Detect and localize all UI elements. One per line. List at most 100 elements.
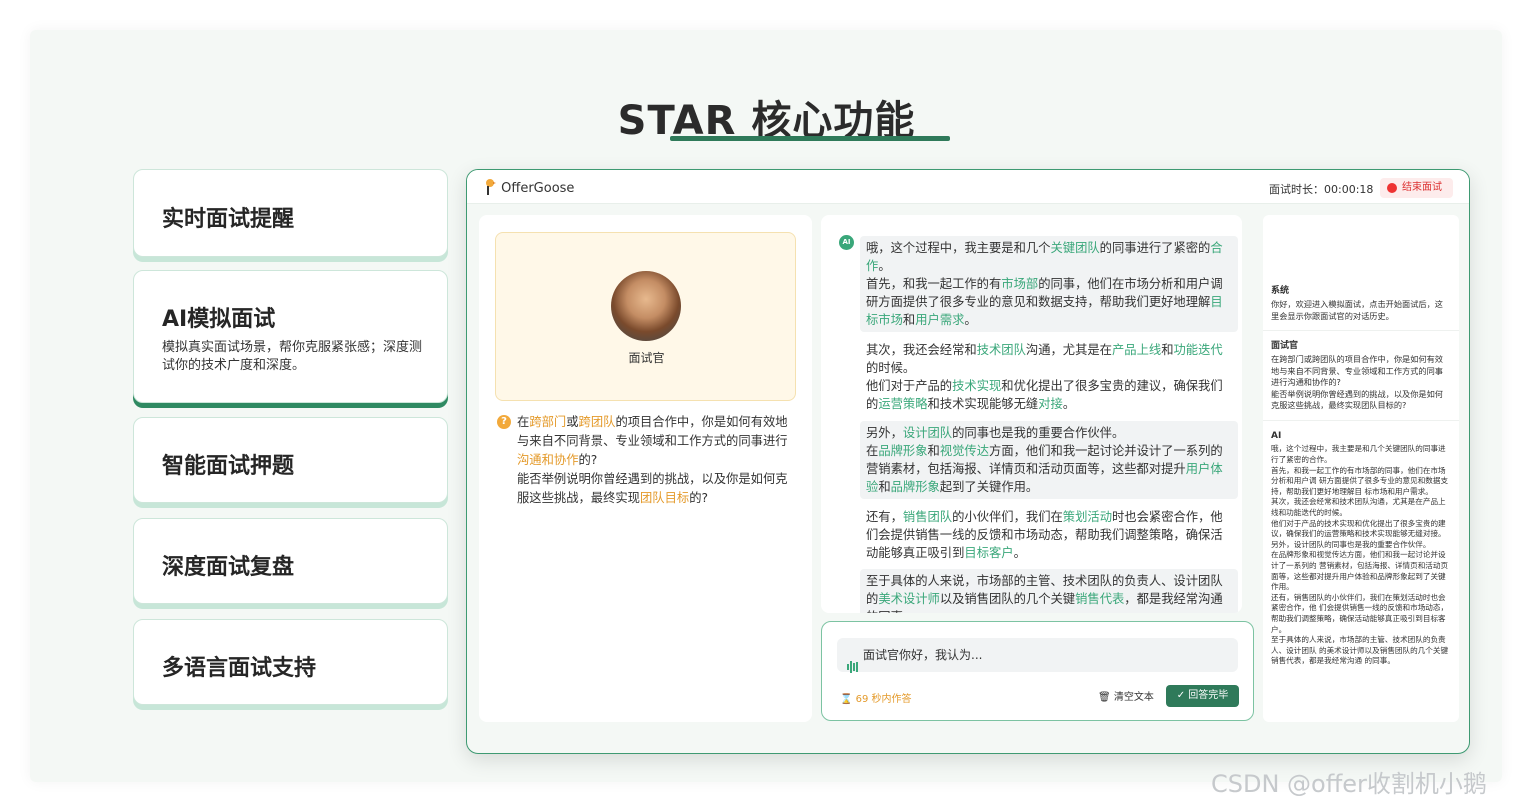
answer-block: 另外，设计团队的同事也是我的重要合作伙伴。 在品牌形象和视觉传达方面，他们和我一起…: [860, 421, 1238, 499]
text-segment: 以及销售团队的几个关键: [939, 592, 1076, 606]
text-segment: 沟通，尤其是在: [1025, 343, 1112, 357]
answer-input-area: 面试官你好，我认为... ⌛ 69 秒内作答 🗑 清空文本 ✓ 回答完毕: [821, 621, 1254, 721]
text-segment: 和技术实现能够无缝: [927, 397, 1039, 411]
feature-title: 实时面试提醒: [162, 207, 295, 232]
text-segment: 。: [878, 259, 891, 273]
highlight-term: 运营策略: [878, 397, 928, 411]
history-text: 在跨部门或跨团队的项目合作中，你是如何有效地与来自不同背景、专业领域和工作方式的…: [1271, 354, 1443, 411]
highlight-term: 功能迭代: [1173, 343, 1223, 357]
highlight-term: 对接: [1038, 397, 1063, 411]
text-segment: 的同事也是我的重要合作伙伴。: [952, 426, 1125, 440]
answer-block: 哦，这个过程中，我主要是和几个关键团队的同事进行了紧密的合作。 首先，和我一起工作…: [860, 236, 1238, 332]
divider: [1263, 420, 1459, 421]
stop-icon: [1387, 183, 1397, 193]
interview-timer: 面试时长：00:00:18: [1269, 183, 1374, 196]
ai-avatar-icon: AI: [839, 235, 854, 250]
app-window: OfferGoose 面试时长：00:00:18 结束面试 面试官 ? 在跨部门…: [466, 169, 1470, 754]
answer-block: 至于具体的人来说，市场部的主管、技术团队的负责人、设计团队的美术设计师以及销售团…: [860, 569, 1238, 613]
history-role: AI: [1271, 431, 1282, 441]
feature-card-review[interactable]: 深度面试复盘: [133, 518, 448, 604]
text-segment: 另外，: [866, 426, 903, 440]
answer-countdown: ⌛ 69 秒内作答: [840, 690, 912, 705]
highlight-term: 品牌形象: [890, 480, 940, 494]
text-segment: 的小伙伴们，我们在: [952, 510, 1063, 524]
clear-text-button[interactable]: 🗑 清空文本: [1098, 688, 1154, 703]
history-text: 哦，这个过程中，我主要是和几个关键团队的同事进行了紧密的合作。 首先，和我一起工…: [1271, 444, 1449, 666]
finish-answer-button[interactable]: ✓ 回答完毕: [1166, 685, 1239, 707]
text-segment: 首先，和我一起工作的有: [866, 277, 1002, 291]
highlight-term: 沟通和协作: [517, 453, 579, 467]
interviewer-label: 面试官: [628, 351, 665, 365]
history-text: 你好，欢迎进入模拟面试，点击开始面试后，这里会显示你跟面试官的对话历史。: [1271, 299, 1443, 321]
highlight-term: 技术实现: [952, 379, 1002, 393]
text-segment: 在: [517, 415, 530, 429]
check-icon: ✓: [1176, 690, 1186, 701]
highlight-term: 技术团队: [976, 343, 1026, 357]
top-bar: OfferGoose 面试时长：00:00:18 结束面试: [467, 170, 1469, 204]
answer-input[interactable]: 面试官你好，我认为...: [837, 638, 1238, 673]
feature-title: 智能面试押题: [162, 454, 295, 479]
highlight-term: 品牌形象: [878, 444, 928, 458]
text-segment: 的?: [689, 491, 709, 505]
brand-name: OfferGoose: [501, 181, 575, 196]
feature-card-prediction[interactable]: 智能面试押题: [133, 417, 448, 503]
interviewer-panel: 面试官 ? 在跨部门或跨团队的项目合作中，你是如何有效地与来自不同背景、专业领域…: [479, 215, 812, 722]
text-segment: 的时候。: [866, 361, 916, 375]
hourglass-icon: ⌛: [840, 694, 853, 705]
brand-logo: OfferGoose: [483, 178, 574, 196]
highlight-term: 市场部: [1001, 277, 1039, 291]
highlight-term: 跨团队: [578, 415, 616, 429]
text-segment: 和: [878, 480, 891, 494]
text-segment: 。: [1062, 397, 1076, 411]
text-segment: 其次，我还会经常和: [866, 343, 977, 357]
feature-card-multilingual[interactable]: 多语言面试支持: [133, 619, 448, 705]
text-segment: 或: [566, 415, 579, 429]
countdown-text: 69 秒内作答: [855, 694, 912, 705]
highlight-term: 销售团队: [902, 510, 953, 524]
text-segment: 的同事进行了紧密的: [1099, 241, 1211, 255]
feature-description: 模拟真实面试场景，帮你克服紧张感；深度测试你的技术广度和深度。: [162, 340, 423, 373]
highlight-term: 目标客户: [964, 546, 1014, 560]
trash-icon: 🗑: [1098, 692, 1111, 703]
highlight-term: 团队目标: [639, 491, 690, 505]
title-underline: [670, 136, 950, 141]
interviewer-card: 面试官: [495, 232, 796, 401]
highlight-term: 产品上线: [1111, 343, 1162, 357]
text-segment: 。: [964, 313, 977, 327]
highlight-term: 美术设计师: [878, 592, 940, 606]
text-segment: 起到了关键作用。: [939, 480, 1039, 494]
feature-title: 深度面试复盘: [162, 555, 295, 580]
highlight-term: 跨部门: [529, 415, 567, 429]
text-segment: 和: [902, 313, 916, 327]
highlight-term: 策划活动: [1062, 510, 1112, 524]
clear-label: 清空文本: [1113, 692, 1154, 703]
text-segment: 。: [1013, 546, 1026, 560]
feature-title: 多语言面试支持: [162, 656, 317, 681]
history-role: 系统: [1271, 286, 1290, 296]
text-segment: 和: [927, 444, 940, 458]
highlight-term: 视觉传达: [939, 444, 990, 458]
answer-panel: AI 哦，这个过程中，我主要是和几个关键团队的同事进行了紧密的合作。 首先，和我一…: [821, 215, 1242, 613]
answer-block: 其次，我还会经常和技术团队沟通，尤其是在产品上线和功能迭代的时候。他们对于产品的…: [860, 338, 1238, 416]
answer-input-text: 面试官你好，我认为...: [863, 648, 983, 662]
answer-block: 还有，销售团队的小伙伴们，我们在策划活动时也会紧密合作，他们会提供销售一线的反馈…: [860, 505, 1238, 565]
interviewer-avatar: [611, 271, 681, 341]
interview-question: 在跨部门或跨团队的项目合作中，你是如何有效地与来自不同背景、专业领域和工作方式的…: [517, 413, 797, 508]
text-segment: 在: [866, 444, 879, 458]
highlight-term: 用户需求: [915, 313, 965, 327]
feature-card-ai-mock[interactable]: AI模拟面试 模拟真实面试场景，帮你克服紧张感；深度测试你的技术广度和深度。: [133, 270, 448, 403]
text-segment: 还有，: [866, 510, 903, 524]
divider: [1263, 330, 1459, 331]
highlight-term: 设计团队: [902, 426, 953, 440]
feature-title: AI模拟面试: [162, 307, 276, 332]
voice-wave-icon: [847, 649, 861, 673]
feature-card-realtime[interactable]: 实时面试提醒: [133, 169, 448, 257]
watermark: CSDN @offer收割机小鹅: [1211, 770, 1487, 798]
text-segment: 和: [1161, 343, 1174, 357]
history-entry-system: 系统 你好，欢迎进入模拟面试，点击开始面试后，这里会显示你跟面试官的对话历史。: [1271, 286, 1451, 322]
history-role: 面试官: [1271, 341, 1299, 351]
end-button-label: 结束面试: [1402, 182, 1442, 193]
end-interview-button[interactable]: 结束面试: [1380, 178, 1453, 198]
text-segment: 他们对于产品的: [866, 379, 953, 393]
history-entry-interviewer: 面试官 在跨部门或跨团队的项目合作中，你是如何有效地与来自不同背景、专业领域和工…: [1271, 341, 1451, 411]
